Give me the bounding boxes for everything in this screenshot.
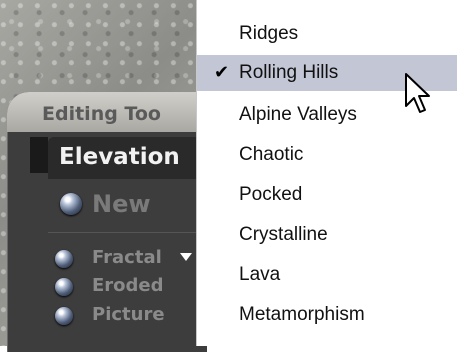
tab-marker	[30, 137, 48, 173]
menu-item-ridges[interactable]: Ridges	[197, 16, 457, 52]
menu-item-crystalline[interactable]: Crystalline	[197, 217, 457, 253]
menu-item-lava[interactable]: Lava	[197, 257, 457, 293]
new-radio-icon[interactable]	[60, 193, 82, 215]
menu-item-pocked[interactable]: Pocked	[197, 177, 457, 213]
menu-item-label: Lava	[239, 264, 281, 285]
menu-item-metamorphism[interactable]: Metamorphism	[197, 297, 457, 333]
eroded-radio-icon[interactable]	[55, 278, 73, 296]
dropdown-triangle-icon[interactable]	[180, 253, 192, 261]
menu-item-label: Ridges	[239, 23, 299, 44]
menu-item-label: Alpine Valleys	[239, 104, 357, 125]
menu-item-label: Metamorphism	[239, 304, 365, 325]
picture-option-label[interactable]: Picture	[92, 304, 165, 325]
new-button-label[interactable]: New	[92, 190, 151, 218]
fractal-radio-icon[interactable]	[55, 250, 73, 268]
menu-item-label: Pocked	[239, 184, 303, 205]
panel-title: Editing Too	[42, 103, 161, 125]
fractal-option-label[interactable]: Fractal	[92, 247, 162, 268]
elevation-tab-label: Elevation	[59, 144, 180, 170]
arrow-cursor-icon	[405, 73, 430, 113]
eroded-option-label[interactable]: Eroded	[92, 275, 164, 296]
checkmark-icon: ✔	[214, 62, 230, 82]
menu-item-label: Rolling Hills	[239, 62, 339, 83]
menu-item-label: Chaotic	[239, 144, 304, 165]
panel-divider	[48, 232, 208, 233]
terrain-type-menu: Ridges ✔ Rolling Hills Alpine Valleys Ch…	[196, 0, 457, 346]
menu-item-chaotic[interactable]: Chaotic	[197, 137, 457, 173]
picture-radio-icon[interactable]	[55, 307, 73, 325]
menu-item-label: Crystalline	[239, 224, 328, 245]
